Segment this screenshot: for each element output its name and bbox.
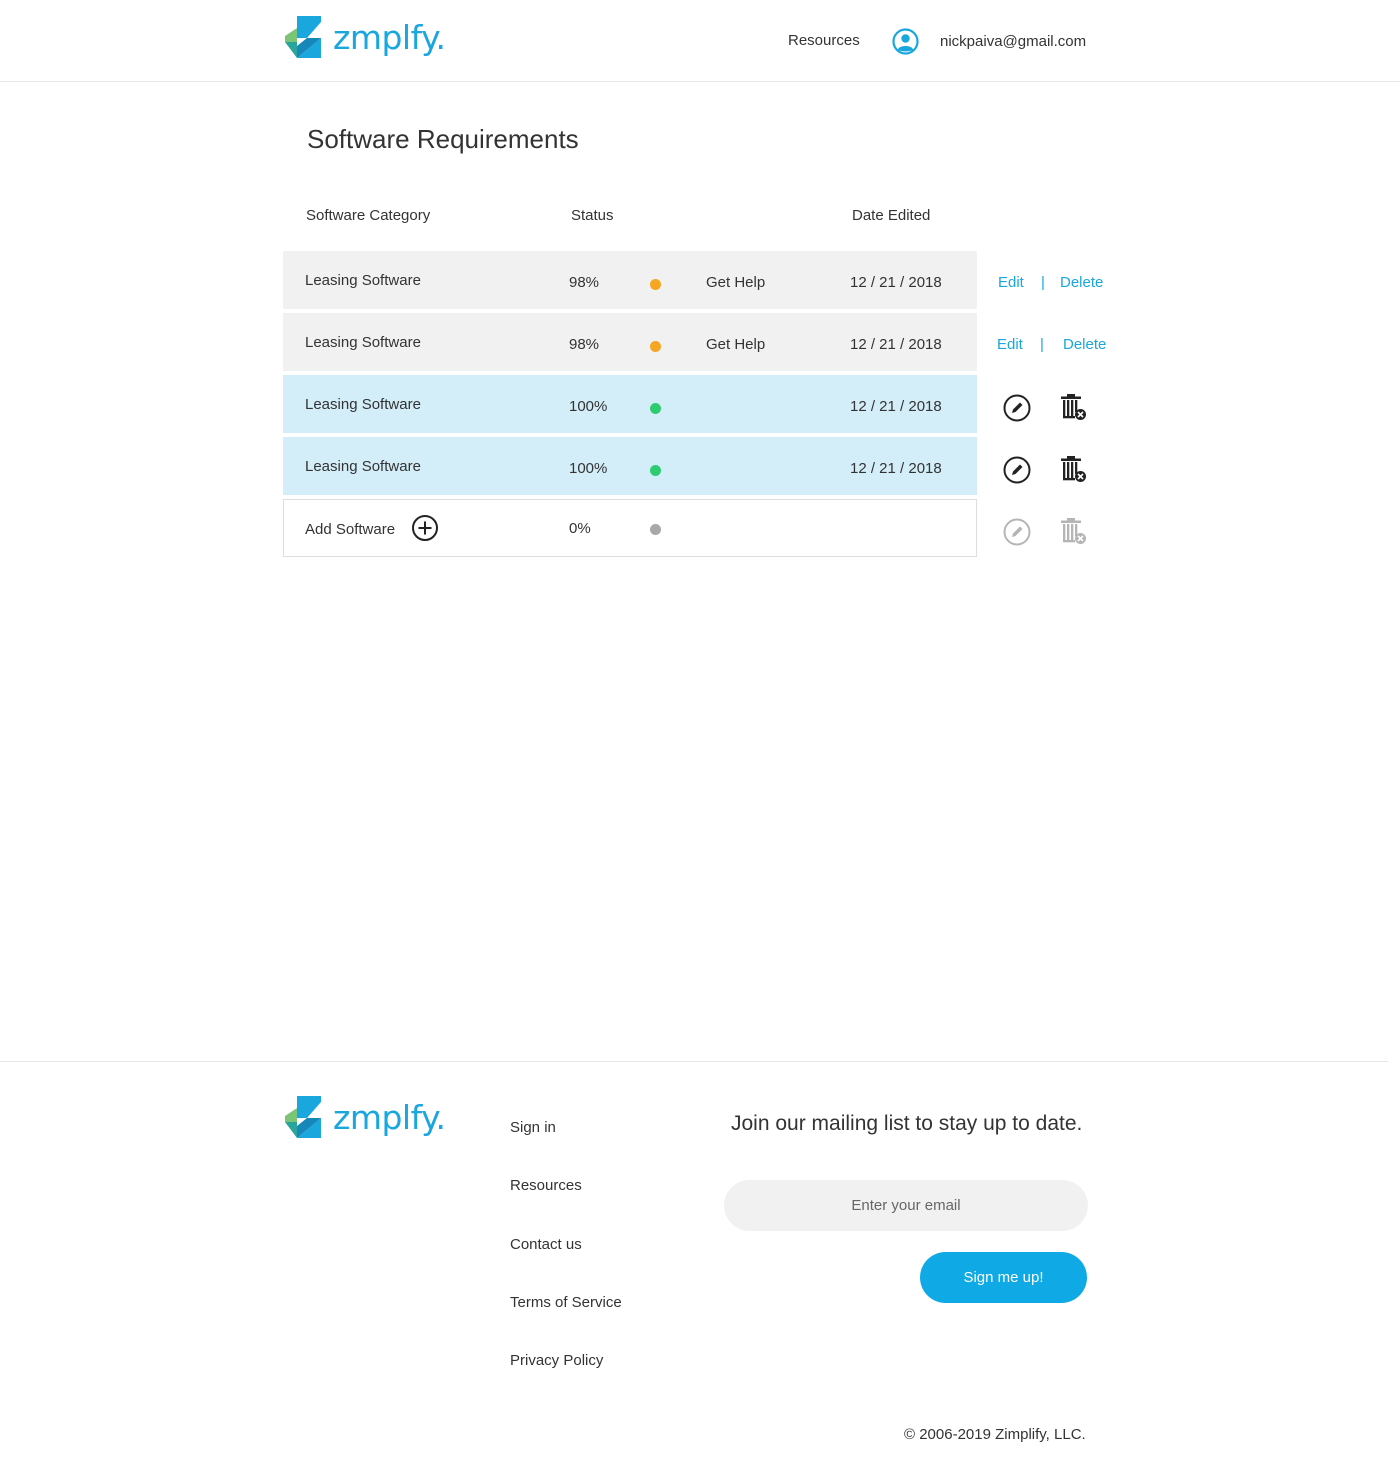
site-header: zmplfy. Resources nickpaiva@gmail.com bbox=[0, 0, 1400, 82]
status-dot bbox=[650, 403, 661, 414]
email-input[interactable] bbox=[724, 1180, 1088, 1231]
copyright-text: © 2006-2019 Zimplify, LLC. bbox=[904, 1426, 1086, 1443]
edit-link[interactable]: Edit bbox=[997, 336, 1023, 353]
add-software-row[interactable]: Add Software 0% bbox=[283, 499, 977, 557]
footer-link-contact[interactable]: Contact us bbox=[510, 1236, 582, 1253]
action-separator: | bbox=[1040, 336, 1044, 353]
user-avatar-icon[interactable] bbox=[892, 28, 919, 55]
mailing-list-title: Join our mailing list to stay up to date… bbox=[731, 1112, 1083, 1135]
header-logo[interactable]: zmplfy. bbox=[283, 14, 446, 60]
edit-pencil-icon bbox=[1003, 518, 1031, 546]
delete-trash-icon[interactable] bbox=[1058, 392, 1088, 422]
logo-text: zmplfy. bbox=[333, 1097, 446, 1137]
zmplfy-logo-icon bbox=[285, 1096, 321, 1138]
user-email: nickpaiva@gmail.com bbox=[940, 33, 1087, 50]
footer-logo[interactable]: zmplfy. bbox=[283, 1094, 446, 1140]
delete-trash-icon bbox=[1061, 518, 1086, 544]
status-dot bbox=[650, 341, 661, 352]
delete-link[interactable]: Delete bbox=[1060, 274, 1103, 291]
status-dot bbox=[650, 279, 661, 290]
column-header-status: Status bbox=[571, 207, 614, 224]
footer-link-privacy[interactable]: Privacy Policy bbox=[510, 1352, 603, 1369]
row-date: 12 / 21 / 2018 bbox=[850, 460, 942, 477]
footer-divider bbox=[0, 1061, 1388, 1062]
edit-pencil-icon[interactable] bbox=[1002, 455, 1032, 485]
sign-up-button[interactable]: Sign me up! bbox=[920, 1252, 1087, 1303]
table-row: Leasing Software 100% 12 / 21 / 2018 bbox=[283, 437, 977, 495]
add-software-label: Add Software bbox=[305, 521, 396, 538]
row-date: 12 / 21 / 2018 bbox=[850, 274, 942, 291]
column-header-category: Software Category bbox=[306, 207, 431, 224]
row-category: Leasing Software bbox=[305, 272, 421, 289]
column-header-date: Date Edited bbox=[852, 207, 931, 224]
add-circle-icon[interactable] bbox=[411, 514, 439, 542]
row-status-percent: 98% bbox=[569, 274, 600, 291]
row-date: 12 / 21 / 2018 bbox=[850, 398, 942, 415]
edit-pencil-icon[interactable] bbox=[1002, 393, 1032, 423]
row-status-percent: 98% bbox=[569, 336, 600, 353]
delete-trash-icon[interactable] bbox=[1058, 454, 1088, 484]
footer-link-sign-in[interactable]: Sign in bbox=[510, 1119, 556, 1136]
delete-link[interactable]: Delete bbox=[1063, 336, 1106, 353]
row-category: Leasing Software bbox=[305, 334, 421, 351]
logo-text: zmplfy. bbox=[333, 17, 446, 57]
get-help-link[interactable]: Get Help bbox=[706, 274, 765, 291]
table-row: Leasing Software 100% 12 / 21 / 2018 bbox=[283, 375, 977, 433]
row-category: Leasing Software bbox=[305, 396, 421, 413]
page-title: Software Requirements bbox=[307, 124, 579, 154]
table-row: Leasing Software 98% Get Help 12 / 21 / … bbox=[283, 251, 977, 309]
nav-resources-link[interactable]: Resources bbox=[788, 32, 860, 49]
footer-link-terms[interactable]: Terms of Service bbox=[510, 1294, 622, 1311]
edit-link[interactable]: Edit bbox=[998, 274, 1024, 291]
status-dot bbox=[650, 465, 661, 476]
row-status-percent: 100% bbox=[569, 398, 608, 415]
row-status-percent: 0% bbox=[569, 520, 591, 537]
row-status-percent: 100% bbox=[569, 460, 608, 477]
get-help-link[interactable]: Get Help bbox=[706, 336, 765, 353]
action-separator: | bbox=[1041, 274, 1045, 291]
footer-link-resources[interactable]: Resources bbox=[510, 1177, 582, 1194]
row-category: Leasing Software bbox=[305, 458, 421, 475]
zmplfy-logo-icon bbox=[285, 16, 321, 58]
row-date: 12 / 21 / 2018 bbox=[850, 336, 942, 353]
table-row: Leasing Software 98% Get Help 12 / 21 / … bbox=[283, 313, 977, 371]
status-dot bbox=[650, 524, 661, 535]
